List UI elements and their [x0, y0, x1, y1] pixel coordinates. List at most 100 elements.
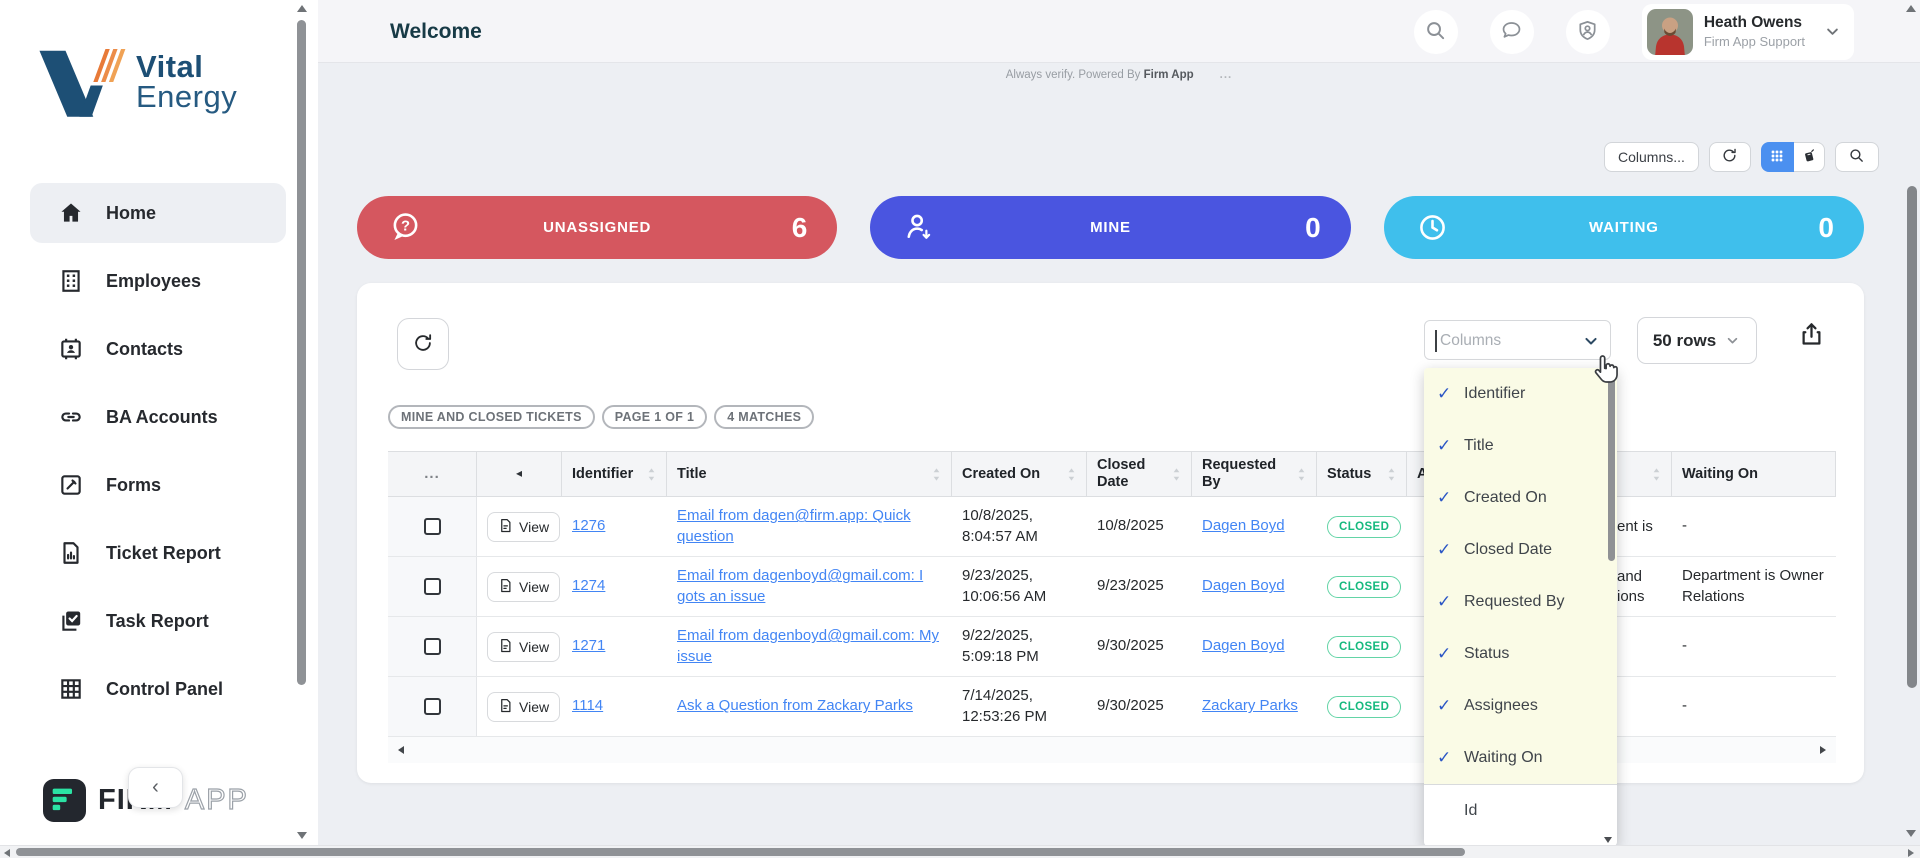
sidebar-scroll-down-icon[interactable]	[297, 832, 307, 839]
user-menu[interactable]: Heath Owens Firm App Support	[1641, 3, 1854, 60]
page-scroll-down-icon[interactable]	[1906, 830, 1916, 837]
view-button[interactable]: View	[487, 511, 561, 542]
sidebar-item-forms[interactable]: Forms	[30, 455, 286, 515]
export-button[interactable]	[1798, 321, 1825, 351]
grid-view-button[interactable]	[1760, 142, 1794, 172]
dropdown-scroll-down-icon[interactable]	[1604, 837, 1612, 843]
row-checkbox[interactable]	[423, 578, 441, 595]
row-checkbox[interactable]	[423, 698, 441, 715]
sidebar-scroll-up-icon[interactable]	[297, 5, 307, 12]
sort-icon[interactable]	[1172, 467, 1181, 482]
ticket-title-link[interactable]: Ask a Question from Zackary Parks	[677, 696, 913, 716]
rows-per-page-button[interactable]: 50 rows	[1637, 317, 1757, 364]
dropdown-option-waiting-on[interactable]: ✓ Waiting On	[1424, 732, 1617, 784]
requested-by-link[interactable]: Dagen Boyd	[1202, 636, 1285, 656]
column-header-requested-by[interactable]: Requested By	[1192, 452, 1317, 496]
dropdown-option-created-on[interactable]: ✓ Created On	[1424, 472, 1617, 524]
dropdown-option-identifier[interactable]: ✓ Identifier	[1424, 368, 1617, 420]
sidebar-item-home[interactable]: Home	[30, 183, 286, 243]
sort-icon[interactable]	[1652, 467, 1661, 482]
sidebar-item-contacts[interactable]: Contacts	[30, 319, 286, 379]
ticket-title-link[interactable]: Email from dagenboyd@gmail.com: I gots a…	[677, 566, 942, 607]
powered-by-brand: Firm App	[1143, 69, 1194, 81]
stat-cards: ? UNASSIGNED 6 MINE 0 WAITING 0	[357, 196, 1864, 259]
scroll-left-icon[interactable]	[398, 746, 404, 754]
hscroll-thumb[interactable]	[16, 848, 1465, 856]
requested-by-link[interactable]: Zackary Parks	[1202, 696, 1298, 716]
powered-by-menu-icon[interactable]: ...	[1220, 69, 1233, 81]
refresh-view-button[interactable]	[1708, 142, 1751, 172]
status-badge: CLOSED	[1327, 575, 1402, 598]
chevron-down-icon[interactable]	[1581, 331, 1601, 351]
stat-card-unassigned[interactable]: ? UNASSIGNED 6	[357, 196, 838, 259]
column-header-menu[interactable]: ...	[388, 452, 477, 496]
column-header-created-on[interactable]: Created On	[952, 452, 1087, 496]
account-security-button[interactable]	[1565, 9, 1610, 54]
ticket-id-link[interactable]: 1276	[572, 516, 605, 536]
checkmark-icon: ✓	[1437, 644, 1452, 663]
column-header-identifier[interactable]: Identifier	[562, 452, 667, 496]
table-search-button[interactable]	[1834, 142, 1879, 172]
scroll-right-icon[interactable]	[1820, 746, 1826, 754]
stat-card-mine[interactable]: MINE 0	[870, 196, 1351, 259]
identifier-cell: 1114	[562, 677, 667, 736]
row-select-cell	[388, 677, 477, 736]
view-cell: View	[477, 617, 562, 676]
ticket-id-link[interactable]: 1114	[572, 696, 603, 716]
status-badge: CLOSED	[1327, 515, 1402, 538]
requested-by-link[interactable]: Dagen Boyd	[1202, 576, 1285, 596]
sort-icon[interactable]	[1067, 467, 1076, 482]
view-button[interactable]: View	[487, 631, 561, 662]
column-header-collapse[interactable]: ◂	[477, 452, 562, 496]
columns-filter-select[interactable]	[1424, 320, 1611, 360]
hscroll-right-icon[interactable]	[1908, 849, 1914, 857]
columns-filter-input[interactable]	[1438, 328, 1568, 354]
sidebar-item-employees[interactable]: Employees	[30, 251, 286, 311]
columns-settings-button[interactable]: Columns...	[1604, 142, 1699, 172]
requested-by-link[interactable]: Dagen Boyd	[1202, 516, 1285, 536]
tickets-panel: 50 rows MINE AND CLOSED TICKETSPAGE 1 OF…	[357, 283, 1864, 783]
page-scroll-up-icon[interactable]	[1906, 5, 1916, 12]
dropdown-scrollbar[interactable]	[1608, 376, 1615, 561]
row-checkbox[interactable]	[423, 638, 441, 655]
sort-icon[interactable]	[1387, 467, 1396, 482]
sidebar-item-task-report[interactable]: Task Report	[30, 591, 286, 651]
dropdown-option-assignees[interactable]: ✓ Assignees	[1424, 680, 1617, 732]
column-header-status[interactable]: Status	[1317, 452, 1407, 496]
hscroll-left-icon[interactable]	[4, 849, 10, 857]
search-button[interactable]	[1413, 9, 1458, 54]
row-checkbox[interactable]	[423, 518, 441, 535]
column-header-closed-date[interactable]: Closed Date	[1087, 452, 1192, 496]
brand-line2: Energy	[136, 79, 238, 114]
view-button[interactable]: View	[487, 691, 561, 722]
sort-icon[interactable]	[647, 467, 656, 482]
ticket-id-link[interactable]: 1274	[572, 576, 605, 596]
sidebar-scrollbar[interactable]	[297, 20, 306, 685]
column-header-waiting-on[interactable]: Waiting On	[1672, 452, 1836, 496]
tag-icon	[1801, 148, 1817, 167]
sidebar-item-ticket-report[interactable]: Ticket Report	[30, 523, 286, 583]
column-header-title[interactable]: Title	[667, 452, 952, 496]
view-button[interactable]: View	[487, 571, 561, 602]
dropdown-option-requested-by[interactable]: ✓ Requested By	[1424, 576, 1617, 628]
sidebar-item-ba-accounts[interactable]: BA Accounts	[30, 387, 286, 447]
page-horizontal-scrollbar[interactable]	[0, 845, 1920, 858]
refresh-table-button[interactable]	[397, 318, 449, 370]
dropdown-option-closed-date[interactable]: ✓ Closed Date	[1424, 524, 1617, 576]
sidebar-collapse-button[interactable]: ‹	[128, 767, 183, 808]
chat-button[interactable]	[1489, 9, 1534, 54]
ticket-id-link[interactable]: 1271	[572, 636, 605, 656]
stat-card-waiting[interactable]: WAITING 0	[1383, 196, 1864, 259]
sidebar-item-control-panel[interactable]: Control Panel	[30, 659, 286, 719]
closed-date-cell: 9/30/2025	[1097, 637, 1164, 655]
dropdown-option-title[interactable]: ✓ Title	[1424, 420, 1617, 472]
sort-icon[interactable]	[932, 467, 941, 482]
ticket-title-link[interactable]: Email from dagenboyd@gmail.com: My issue	[677, 626, 942, 667]
card-view-button[interactable]	[1793, 142, 1825, 172]
ticket-title-link[interactable]: Email from dagen@firm.app: Quick questio…	[677, 506, 942, 547]
dropdown-option-id[interactable]: Id	[1424, 784, 1617, 836]
dropdown-option-status[interactable]: ✓ Status	[1424, 628, 1617, 680]
page-vertical-scrollbar[interactable]	[1907, 186, 1917, 688]
sort-icon[interactable]	[1297, 467, 1306, 482]
sidebar-item-label: BA Accounts	[106, 406, 218, 427]
